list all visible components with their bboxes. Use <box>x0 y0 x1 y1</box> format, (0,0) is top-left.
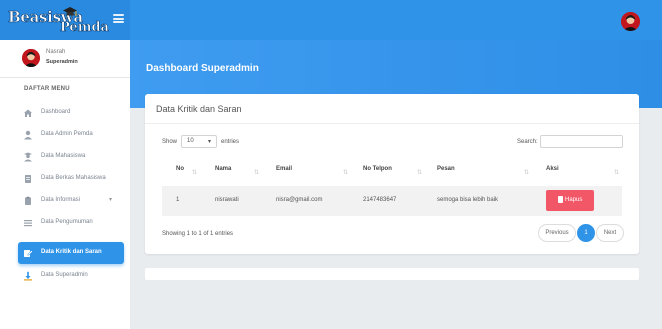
sidebar-item-label: Data Superadmin <box>41 272 88 278</box>
column-header-nama[interactable]: Nama ⇅ <box>200 156 262 186</box>
cell-telpon: 2147483647 <box>363 197 397 203</box>
pagination-next[interactable]: Next <box>596 224 624 242</box>
user-name: Nasrah <box>46 49 66 55</box>
table-row: 1 nisrawati nisra@gmail.com 2147483647 s… <box>162 186 622 216</box>
sidebar-item-data-kritik-dan-saran[interactable]: Data Kritik dan Saran <box>18 242 124 264</box>
cell-nama: nisrawati <box>215 197 239 203</box>
sidebar-item-label: Data Pengumuman <box>41 219 93 225</box>
pagination-page-1[interactable]: 1 <box>577 224 595 242</box>
sidebar-item-data-mahasiswa[interactable]: Data Mahasiswa <box>18 146 124 168</box>
footer <box>145 268 639 280</box>
sort-icon: ⇅ <box>343 170 349 176</box>
data-card: Data Kritik dan Saran Show 10 ▾ entries … <box>145 94 639 254</box>
menu-title: DAFTAR MENU <box>24 86 70 92</box>
list-icon <box>24 220 32 227</box>
sidebar-item-data-superadmin[interactable]: Data Superadmin <box>18 265 124 287</box>
entries-label: entries <box>221 139 240 145</box>
sidebar-item-label: Dashboard <box>41 109 71 115</box>
show-label: Show <box>162 139 178 145</box>
user-graduate-icon <box>24 152 32 162</box>
sidebar-item-data-informasi[interactable]: Data Informasi ▾ <box>18 190 124 212</box>
column-header-no-telpon[interactable]: No Telpon ⇅ <box>351 156 426 186</box>
brand-word-2: Pemda <box>60 20 110 36</box>
sidebar-item-data-pengumuman[interactable]: Data Pengumuman <box>18 212 124 234</box>
sort-icon: ⇅ <box>417 170 423 176</box>
user-role: Superadmin <box>46 59 78 65</box>
column-header-email[interactable]: Email ⇅ <box>262 156 351 186</box>
graduation-cap-icon <box>63 7 77 16</box>
column-header-aksi[interactable]: Aksi ⇅ <box>536 156 622 186</box>
user-panel: Nasrah Superadmin <box>0 40 130 78</box>
sort-icon: ⇅ <box>254 170 260 176</box>
column-header-pesan[interactable]: Pesan ⇅ <box>426 156 536 186</box>
user-icon <box>24 130 32 140</box>
sort-icon: ⇅ <box>192 170 198 176</box>
top-navbar: Beasiswa Pemda <box>0 0 662 40</box>
column-header-no[interactable]: No ⇅ <box>162 156 200 186</box>
sidebar: Nasrah Superadmin DAFTAR MENU Dashboard … <box>0 40 130 329</box>
delete-button[interactable]: Hapus <box>546 190 594 211</box>
page-title: Dashboard Superadmin <box>146 63 259 74</box>
menu-toggle-icon[interactable] <box>113 14 124 24</box>
clipboard-icon <box>25 196 31 205</box>
home-icon <box>24 109 32 117</box>
cell-pesan: semoga bisa lebih baik <box>437 197 499 203</box>
file-icon <box>25 175 31 183</box>
card-title: Data Kritik dan Saran <box>156 104 242 114</box>
sidebar-item-data-admin-pemda[interactable]: Data Admin Pemda <box>18 124 124 146</box>
delete-button-label: Hapus <box>565 197 583 203</box>
table-info: Showing 1 to 1 of 1 entries <box>162 231 234 237</box>
user-avatar <box>22 49 40 67</box>
sidebar-item-label: Data Kritik dan Saran <box>41 249 102 255</box>
search-label: Search: <box>517 139 538 145</box>
sidebar-item-label: Data Informasi <box>41 197 81 203</box>
avatar[interactable] <box>621 12 640 31</box>
sidebar-item-label: Data Berkas Mahasiswa <box>41 175 106 181</box>
entries-select[interactable]: 10 ▾ <box>181 135 217 148</box>
trash-icon <box>558 196 563 203</box>
sort-icon: ⇅ <box>614 170 620 176</box>
edit-icon <box>24 250 33 257</box>
sort-icon: ⇅ <box>524 170 530 176</box>
cell-email: nisra@gmail.com <box>276 197 323 203</box>
cell-no: 1 <box>176 197 180 203</box>
card-divider <box>145 123 639 124</box>
entries-select-value: 10 <box>187 138 194 144</box>
sidebar-item-label: Data Admin Pemda <box>41 131 93 137</box>
brand-area: Beasiswa Pemda <box>0 0 130 40</box>
chevron-down-icon: ▾ <box>207 139 211 145</box>
sidebar-item-dashboard[interactable]: Dashboard <box>18 102 124 124</box>
search-input[interactable] <box>540 135 623 148</box>
download-icon <box>24 271 32 281</box>
sidebar-item-data-berkas-mahasiswa[interactable]: Data Berkas Mahasiswa <box>18 168 124 190</box>
chevron-down-icon: ▾ <box>109 197 113 203</box>
sidebar-item-label: Data Mahasiswa <box>41 153 86 159</box>
pagination-previous[interactable]: Previous <box>538 224 576 242</box>
